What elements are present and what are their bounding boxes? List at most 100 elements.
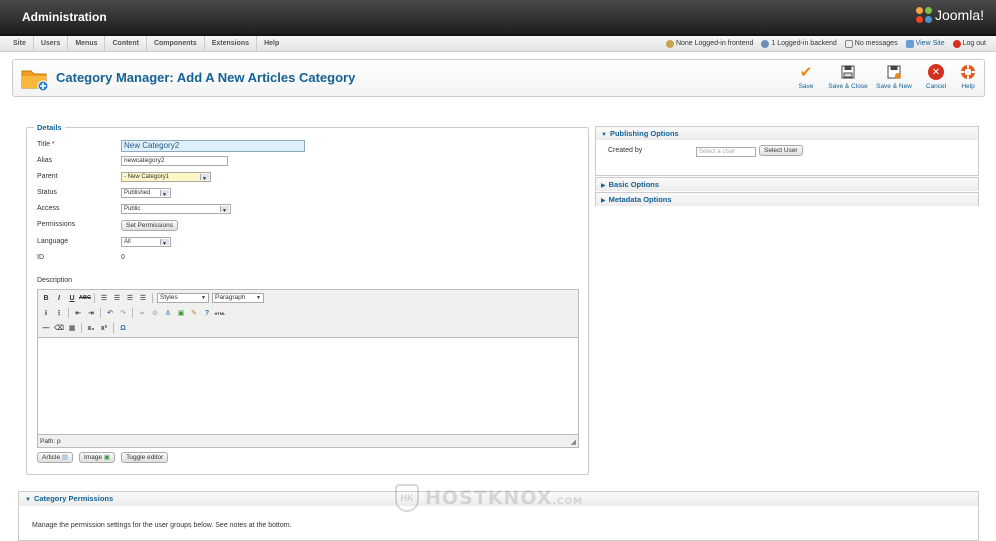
permissions-description: Manage the permission settings for the u… <box>32 522 292 529</box>
permissions-label: Permissions <box>37 221 76 228</box>
status-select[interactable]: Published ▼ <box>121 188 171 198</box>
subscript-icon[interactable]: x₂ <box>86 323 96 333</box>
basic-options-panel[interactable]: ▶ Basic Options <box>595 177 979 191</box>
resize-handle-icon[interactable]: ◢ <box>571 438 576 446</box>
language-label: Language <box>37 238 69 245</box>
visual-aid-icon[interactable]: ▦ <box>67 323 77 333</box>
status-row: Status Published ▼ <box>37 188 337 200</box>
chevron-down-icon: ▼ <box>162 241 167 247</box>
set-permissions-button[interactable]: Set Permissions <box>121 220 178 231</box>
expanded-arrow-icon: ▼ <box>25 497 31 503</box>
menu-item-site[interactable]: Site <box>6 36 34 52</box>
category-folder-icon <box>21 66 49 92</box>
editor-path: Path: p <box>40 438 61 445</box>
admin-title: Administration <box>22 10 107 24</box>
view-site-link[interactable]: View Site <box>905 36 945 52</box>
align-justify-icon[interactable]: ☰ <box>138 293 148 303</box>
id-label: ID <box>37 254 44 261</box>
access-row: Access Public ▼ <box>37 204 337 216</box>
underline-button[interactable]: U <box>67 293 77 303</box>
alias-row: Alias newcategory2 <box>37 156 337 168</box>
outdent-icon[interactable]: ⇤ <box>73 308 83 318</box>
menu-item-content[interactable]: Content <box>105 36 147 52</box>
alias-label: Alias <box>37 157 53 164</box>
alias-input[interactable]: newcategory2 <box>121 156 228 166</box>
title-input[interactable]: New Category2 <box>121 140 305 152</box>
superscript-icon[interactable]: x² <box>99 323 109 333</box>
main-menu-bar: Site Users Menus Content Components Exte… <box>0 36 996 52</box>
cleanup-icon[interactable]: ✎ <box>189 308 199 318</box>
backend-users-status: 1 Logged-in backend <box>761 36 837 52</box>
created-by-label: Created by <box>608 147 643 154</box>
image-icon[interactable]: ▣ <box>176 308 186 318</box>
align-right-icon[interactable]: ☰ <box>125 293 135 303</box>
users-icon <box>665 40 674 48</box>
undo-icon[interactable]: ↶ <box>105 308 115 318</box>
collapsed-arrow-icon: ▶ <box>601 183 606 189</box>
image-button[interactable]: Image ▣ <box>79 452 116 463</box>
align-center-icon[interactable]: ☰ <box>112 293 122 303</box>
metadata-options-panel[interactable]: ▶ Metadata Options <box>595 192 979 206</box>
bullet-list-icon[interactable]: ⁝ <box>41 308 51 318</box>
redo-icon[interactable]: ↷ <box>118 308 128 318</box>
numbered-list-icon[interactable]: ⋮ <box>54 308 64 318</box>
article-button[interactable]: Article ▤ <box>37 452 74 463</box>
chevron-down-icon: ▼ <box>162 192 167 198</box>
joomla-logo: Joomla! <box>915 7 984 23</box>
strikethrough-button[interactable]: ABC <box>79 293 91 303</box>
styles-dropdown[interactable]: Styles ▼ <box>157 293 209 303</box>
toggle-editor-button[interactable]: Toggle editor <box>121 452 169 463</box>
align-left-icon[interactable]: ☰ <box>99 293 109 303</box>
language-select[interactable]: All ▼ <box>121 237 171 247</box>
anchor-icon[interactable]: ⚓ <box>163 308 173 318</box>
description-label: Description <box>37 277 73 284</box>
bold-button[interactable]: B <box>41 293 51 303</box>
help-button[interactable]: Help <box>956 64 980 94</box>
save-close-button[interactable]: Save & Close <box>826 64 870 94</box>
paragraph-format-dropdown[interactable]: Paragraph ▼ <box>212 293 264 303</box>
save-new-button[interactable]: Save & New <box>872 64 916 94</box>
top-bar: Administration Joomla! <box>0 0 996 36</box>
select-user-button[interactable]: Select User <box>759 145 803 156</box>
select-user-input[interactable]: Select a User <box>696 147 756 157</box>
help-icon[interactable]: ? <box>202 308 212 318</box>
help-lifebuoy-icon <box>960 64 976 80</box>
remove-format-icon[interactable]: ⌫ <box>54 323 64 333</box>
users-icon <box>761 40 770 48</box>
chevron-down-icon: ▼ <box>222 208 227 214</box>
messages-status[interactable]: No messages <box>844 36 898 52</box>
save-button[interactable]: ✔ Save <box>788 64 824 94</box>
menu-item-help[interactable]: Help <box>257 36 286 52</box>
save-new-icon <box>886 64 902 80</box>
menu-item-users[interactable]: Users <box>34 36 69 52</box>
link-icon[interactable]: ∞ <box>137 308 147 318</box>
indent-icon[interactable]: ⇥ <box>86 308 96 318</box>
frontend-users-status: None Logged-in frontend <box>665 36 753 52</box>
publishing-options-header[interactable]: ▼ Publishing Options <box>596 127 978 140</box>
title-row: Title * New Category2 <box>37 140 337 152</box>
page-title: Category Manager: Add A New Articles Cat… <box>56 70 356 85</box>
special-character-icon[interactable]: Ω <box>118 323 128 333</box>
menu-item-menus[interactable]: Menus <box>68 36 106 52</box>
joomla-logo-text: Joomla! <box>934 7 984 23</box>
access-select[interactable]: Public ▼ <box>121 204 231 214</box>
parent-select[interactable]: - New Category1 ▼ <box>121 172 211 182</box>
unlink-icon[interactable]: ⊘ <box>150 308 160 318</box>
details-legend: Details <box>34 123 65 132</box>
horizontal-rule-icon[interactable]: — <box>41 323 51 333</box>
html-icon[interactable]: HTML <box>214 308 225 318</box>
logout-link[interactable]: Log out <box>952 36 986 52</box>
editor-text-area[interactable] <box>38 337 578 435</box>
status-label: Status <box>37 189 57 196</box>
save-close-icon <box>840 64 856 80</box>
cancel-button[interactable]: ✕ Cancel <box>918 64 954 94</box>
mail-icon <box>844 40 853 48</box>
menu-item-components[interactable]: Components <box>147 36 205 52</box>
watermark-text: HOSTKNOX.COM <box>425 487 584 509</box>
parent-row: Parent - New Category1 ▼ <box>37 172 337 184</box>
title-label: Title * <box>37 141 55 148</box>
italic-button[interactable]: I <box>54 293 64 303</box>
menu-item-extensions[interactable]: Extensions <box>205 36 258 52</box>
hostknox-watermark: HK HOSTKNOX.COM <box>395 484 583 512</box>
id-value: 0 <box>121 254 125 261</box>
